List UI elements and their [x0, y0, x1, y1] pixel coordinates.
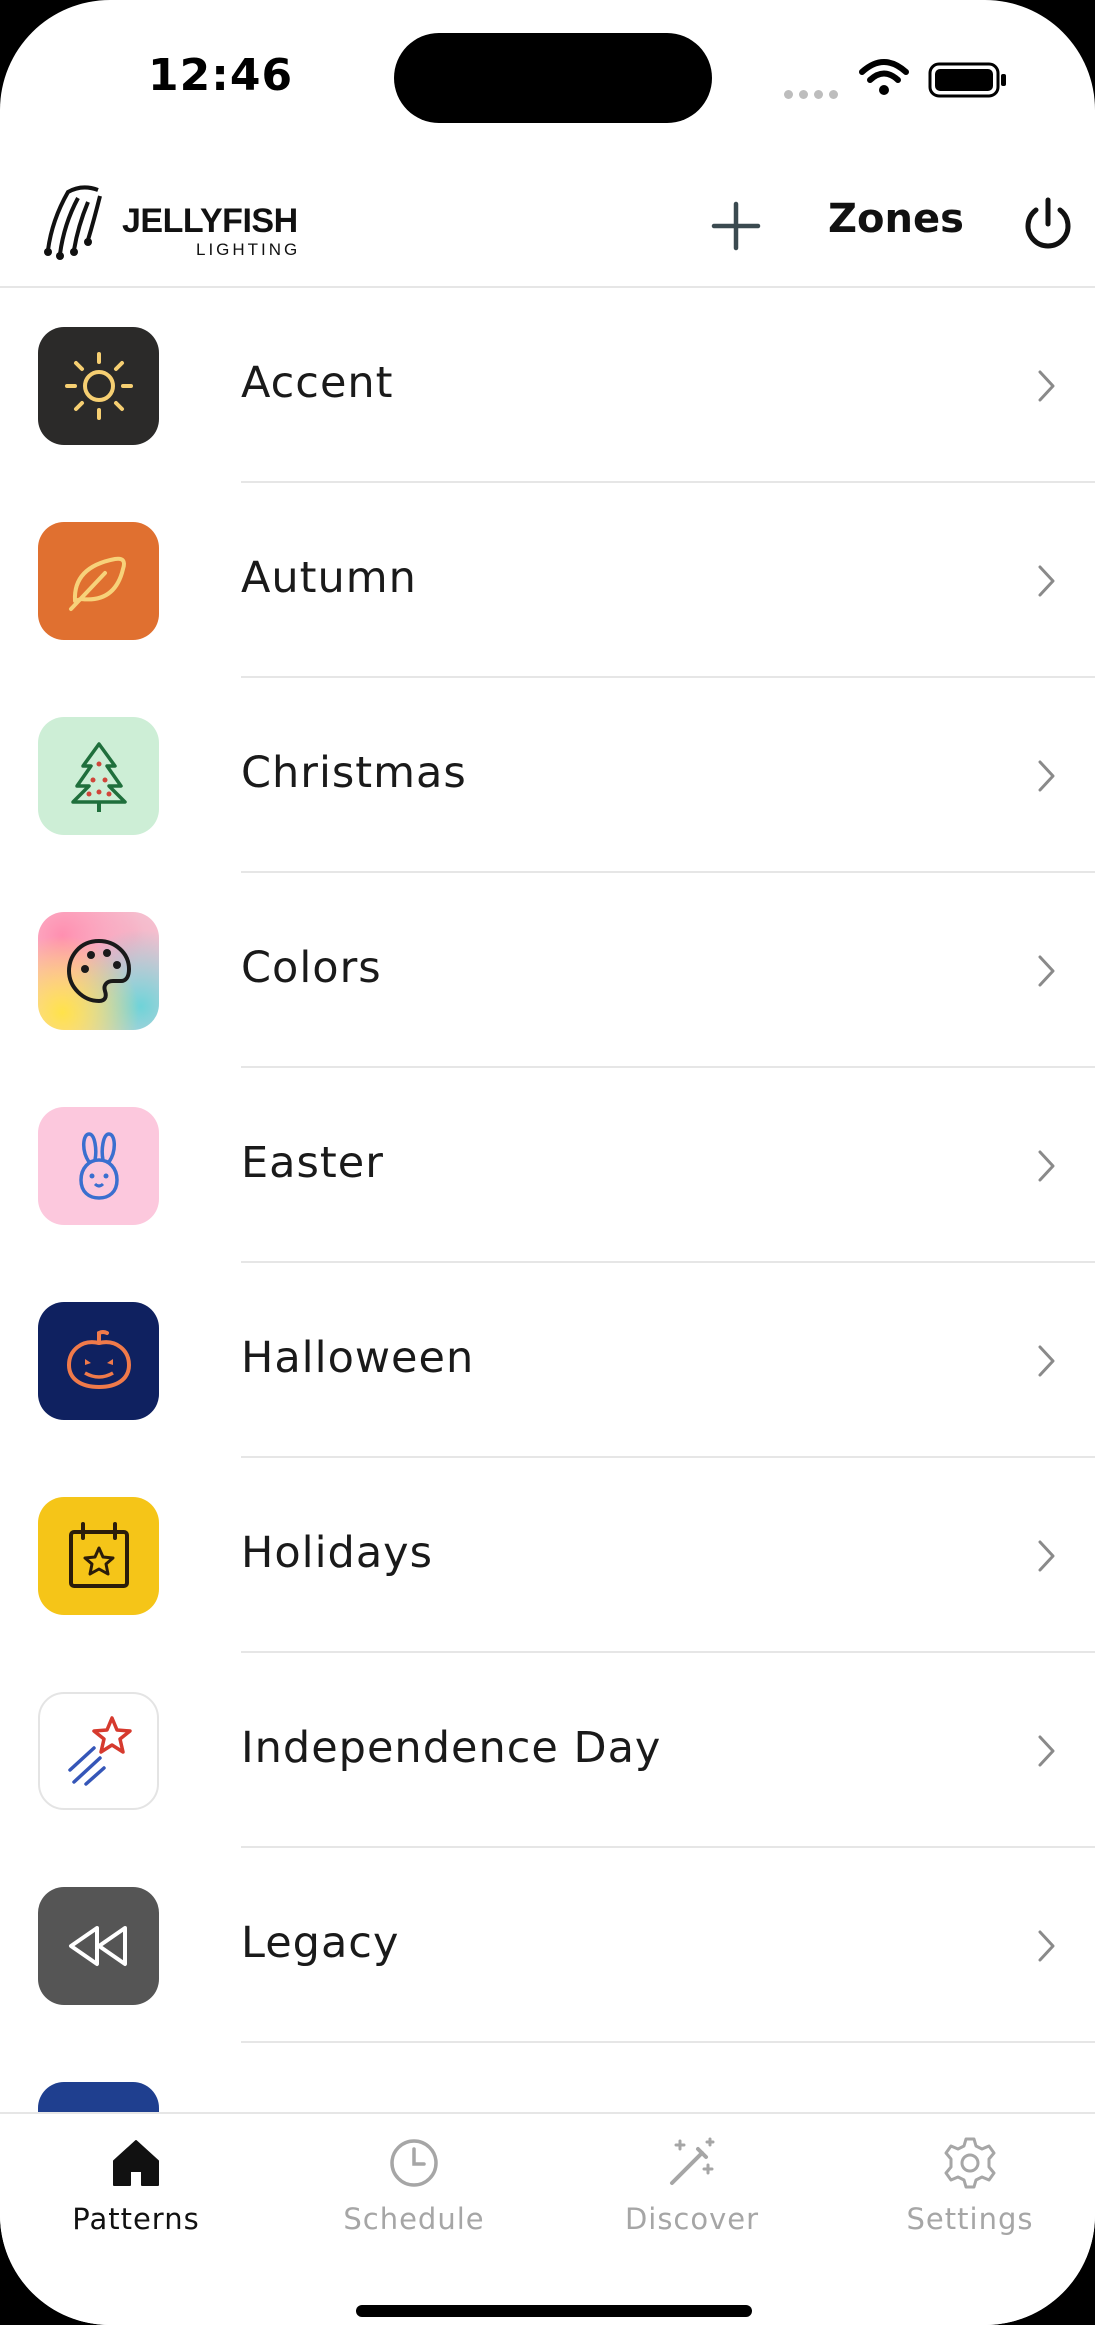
pattern-row-partial[interactable]	[0, 2043, 1095, 2112]
jellyfish-logo: JELLYFISH LIGHTING	[38, 178, 308, 262]
bottom-tab-bar: Patterns Schedule Discover Settings	[0, 2112, 1095, 2325]
chevron-right-icon	[1038, 370, 1055, 402]
tab-label: Schedule	[343, 2202, 485, 2236]
calendar-star-icon	[68, 1522, 129, 1588]
pattern-label: Halloween	[241, 1333, 475, 1383]
tab-label: Discover	[624, 2202, 760, 2236]
power-icon	[1025, 197, 1071, 249]
pattern-row-legacy[interactable]: Legacy	[0, 1848, 1095, 2043]
pattern-label: Independence Day	[241, 1723, 662, 1773]
chevron-right-icon	[1038, 565, 1055, 597]
pattern-label: Christmas	[241, 748, 467, 798]
chevron-right-icon	[1038, 1540, 1055, 1572]
zones-button[interactable]: Zones	[828, 196, 964, 242]
partial-tile	[38, 2082, 159, 2112]
tab-schedule[interactable]: Schedule	[314, 2132, 514, 2236]
pattern-label: Holidays	[241, 1528, 434, 1578]
chevron-right-icon	[1038, 760, 1055, 792]
tab-label: Patterns	[72, 2202, 200, 2236]
tab-settings[interactable]: Settings	[870, 2132, 1070, 2236]
app-screen: 12:46 JELLYFISH LIGHTING Zones Accent Au…	[0, 0, 1095, 2325]
pattern-row-easter[interactable]: Easter	[0, 1068, 1095, 1263]
chevron-right-icon	[1038, 1735, 1055, 1767]
colors-tile	[38, 912, 159, 1030]
legacy-tile	[38, 1887, 159, 2005]
accent-tile	[38, 327, 159, 445]
easter-tile	[38, 1107, 159, 1225]
leaf-icon	[68, 556, 126, 611]
pumpkin-icon	[66, 1330, 131, 1390]
pattern-row-independence-day[interactable]: Independence Day	[0, 1653, 1095, 1848]
battery-icon	[928, 62, 1008, 102]
pattern-label: Easter	[241, 1138, 384, 1188]
chevron-right-icon	[1038, 1345, 1055, 1377]
tab-patterns[interactable]: Patterns	[36, 2132, 236, 2236]
home-indicator	[356, 2305, 752, 2317]
independence-day-tile	[38, 1692, 159, 1810]
status-bar: 12:46	[0, 0, 1095, 150]
christmas-tile	[38, 717, 159, 835]
logo-subtext: LIGHTING	[196, 240, 301, 259]
pattern-category-list: Accent Autumn Christmas Colors Easter Ha…	[0, 288, 1095, 2112]
add-button[interactable]	[706, 196, 766, 256]
cellular-signal-icon	[784, 84, 844, 103]
halloween-tile	[38, 1302, 159, 1420]
clock-icon	[390, 2139, 438, 2187]
pattern-row-autumn[interactable]: Autumn	[0, 483, 1095, 678]
bunny-icon	[78, 1132, 119, 1200]
pattern-label: Colors	[241, 943, 382, 993]
pattern-row-christmas[interactable]: Christmas	[0, 678, 1095, 873]
logo-text: JELLYFISH	[122, 202, 298, 240]
pattern-row-halloween[interactable]: Halloween	[0, 1263, 1095, 1458]
chevron-right-icon	[1038, 1930, 1055, 1962]
chevron-right-icon	[1038, 1150, 1055, 1182]
holidays-tile	[38, 1497, 159, 1615]
pattern-row-accent[interactable]: Accent	[0, 288, 1095, 483]
app-header: JELLYFISH LIGHTING Zones	[0, 160, 1095, 288]
chevron-right-icon	[1038, 955, 1055, 987]
rewind-icon	[68, 1926, 127, 1966]
home-icon	[113, 2140, 159, 2186]
dynamic-island	[394, 33, 712, 123]
pattern-label: Accent	[241, 358, 394, 408]
shooting-star-icon	[67, 1716, 132, 1786]
sun-icon	[64, 352, 133, 420]
pattern-label: Autumn	[241, 553, 417, 603]
tab-label: Settings	[906, 2202, 1034, 2236]
pattern-row-holidays[interactable]: Holidays	[0, 1458, 1095, 1653]
palette-icon	[66, 939, 131, 1003]
magic-wand-icon	[670, 2137, 715, 2185]
jellyfish-logo-icon	[44, 185, 102, 260]
pattern-label: Legacy	[241, 1918, 400, 1968]
status-time: 12:46	[148, 50, 294, 101]
tab-discover[interactable]: Discover	[592, 2132, 792, 2236]
power-button[interactable]	[1018, 194, 1078, 254]
gear-icon	[944, 2137, 996, 2189]
plus-icon	[711, 201, 761, 251]
autumn-tile	[38, 522, 159, 640]
wifi-icon	[858, 58, 910, 102]
tree-icon	[70, 742, 127, 812]
pattern-row-colors[interactable]: Colors	[0, 873, 1095, 1068]
